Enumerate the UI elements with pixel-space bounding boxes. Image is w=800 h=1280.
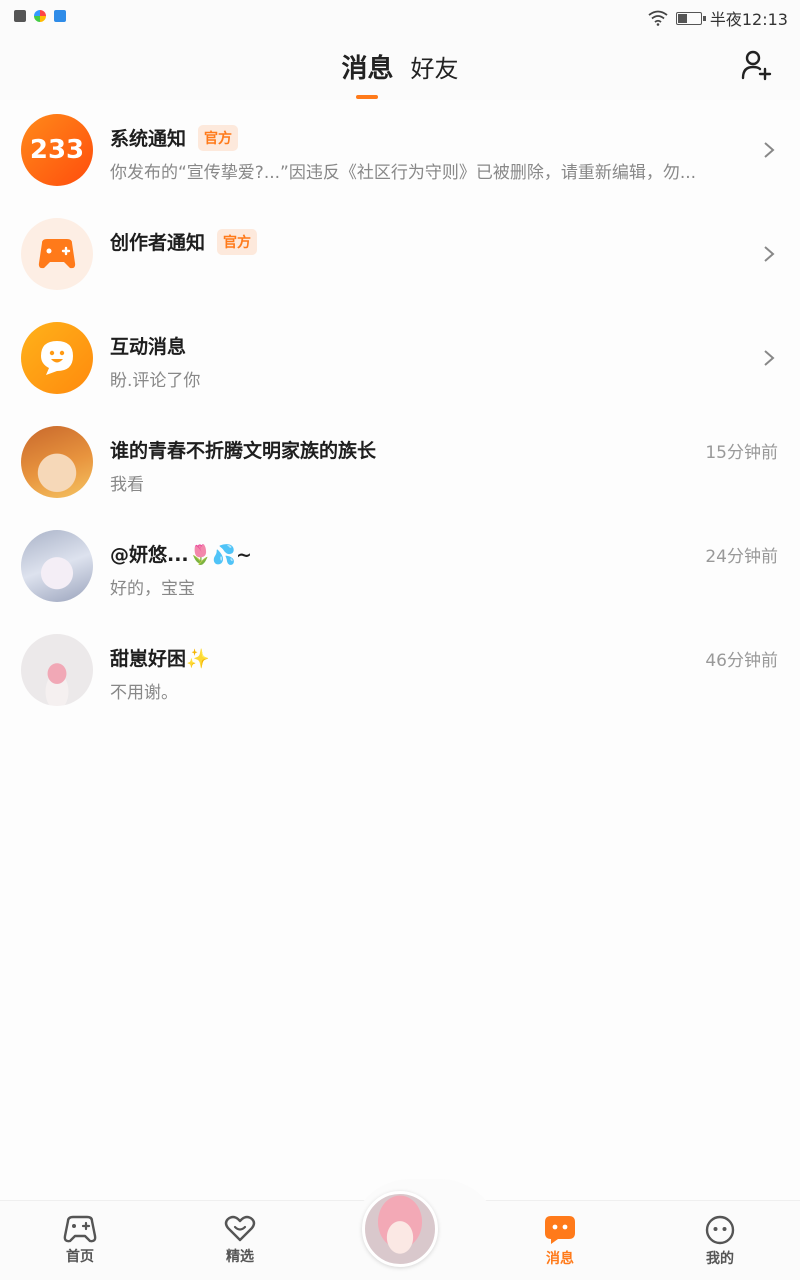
chevron-right-icon [764, 142, 775, 158]
header: 消息 好友 [0, 34, 800, 100]
nav-featured-label: 精选 [226, 1249, 254, 1265]
timestamp: 15分钟前 [705, 443, 778, 463]
message-icon [545, 1216, 575, 1244]
system-avatar-logo: 233 [29, 135, 85, 165]
chat-bubble-icon [41, 341, 73, 375]
list-item-title: 谁的青春不折腾文明家族的族长 [110, 440, 377, 462]
tab-friends-label: 好友 [410, 55, 459, 83]
list-item-preview: 你发布的“宣传挚爱?...”因违反《社区行为守则》已被删除，请重新编辑，勿... [110, 163, 697, 183]
list-item-system-notice[interactable]: 233 系统通知 官方 你发布的“宣传挚爱?...”因违反《社区行为守则》已被删… [0, 100, 800, 204]
tab-friends[interactable]: 好友 [411, 49, 459, 84]
bottom-nav: 首页 精选 消息 我的 [0, 1179, 800, 1280]
tab-messages-label: 消息 [341, 54, 394, 84]
gamepad-icon [63, 1215, 97, 1243]
list-item-preview: 不用谢。 [110, 683, 178, 703]
nav-home-label: 首页 [66, 1249, 94, 1265]
shield-notification-icon [54, 10, 66, 22]
interaction-avatar [21, 322, 93, 394]
status-bar: 半夜12:13 [0, 0, 800, 34]
nav-featured[interactable]: 精选 [200, 1215, 280, 1266]
face-icon [705, 1215, 735, 1245]
timestamp: 24分钟前 [705, 547, 778, 567]
avatar [21, 634, 93, 706]
nav-messages-label: 消息 [546, 1251, 574, 1267]
app-notification-icon [14, 10, 26, 22]
center-avatar-button[interactable] [362, 1191, 438, 1267]
list-item-title: @妍悠...🌷💦~ [110, 544, 252, 566]
browser-notification-icon [34, 10, 46, 22]
list-item-preview: 我看 [110, 475, 144, 495]
list-item-title: 互动消息 [110, 336, 187, 358]
gamepad-icon [38, 239, 76, 269]
official-badge: 官方 [198, 124, 239, 151]
list-item-title: 创作者通知 [110, 232, 206, 254]
list-item-creator-notice[interactable]: 创作者通知 官方 [0, 204, 800, 308]
chevron-right-icon [764, 350, 775, 366]
message-list: 233 系统通知 官方 你发布的“宣传挚爱?...”因违反《社区行为守则》已被删… [0, 100, 800, 724]
nav-profile-label: 我的 [706, 1251, 734, 1267]
list-item-title: 甜崽好困✨ [110, 648, 210, 670]
add-user-icon[interactable] [740, 48, 774, 82]
nav-home[interactable]: 首页 [40, 1215, 120, 1266]
list-item-title: 系统通知 [110, 128, 187, 150]
nav-profile[interactable]: 我的 [680, 1215, 760, 1268]
list-item-interactions[interactable]: 互动消息 盼.评论了你 [0, 308, 800, 412]
list-item-chat[interactable]: 甜崽好困✨ 不用谢。 46分钟前 [0, 620, 800, 724]
tab-bar: 消息 好友 [0, 48, 800, 99]
wifi-icon [648, 10, 668, 26]
clock: 半夜12:13 [709, 10, 788, 29]
timestamp: 46分钟前 [705, 651, 778, 671]
official-badge: 官方 [217, 228, 258, 255]
list-item-preview: 好的，宝宝 [110, 579, 195, 599]
chevron-right-icon [764, 246, 775, 262]
active-tab-indicator [356, 95, 379, 99]
list-item-chat[interactable]: @妍悠...🌷💦~ 好的，宝宝 24分钟前 [0, 516, 800, 620]
battery-icon [675, 11, 706, 25]
notification-icons [14, 10, 66, 22]
nav-messages[interactable]: 消息 [520, 1215, 600, 1268]
avatar [21, 426, 93, 498]
system-avatar: 233 [21, 114, 93, 186]
tab-messages[interactable]: 消息 [341, 48, 394, 99]
creator-avatar [21, 218, 93, 290]
list-item-preview: 盼.评论了你 [110, 371, 201, 391]
avatar [21, 530, 93, 602]
heart-icon [224, 1215, 256, 1242]
list-item-chat[interactable]: 谁的青春不折腾文明家族的族长 我看 15分钟前 [0, 412, 800, 516]
